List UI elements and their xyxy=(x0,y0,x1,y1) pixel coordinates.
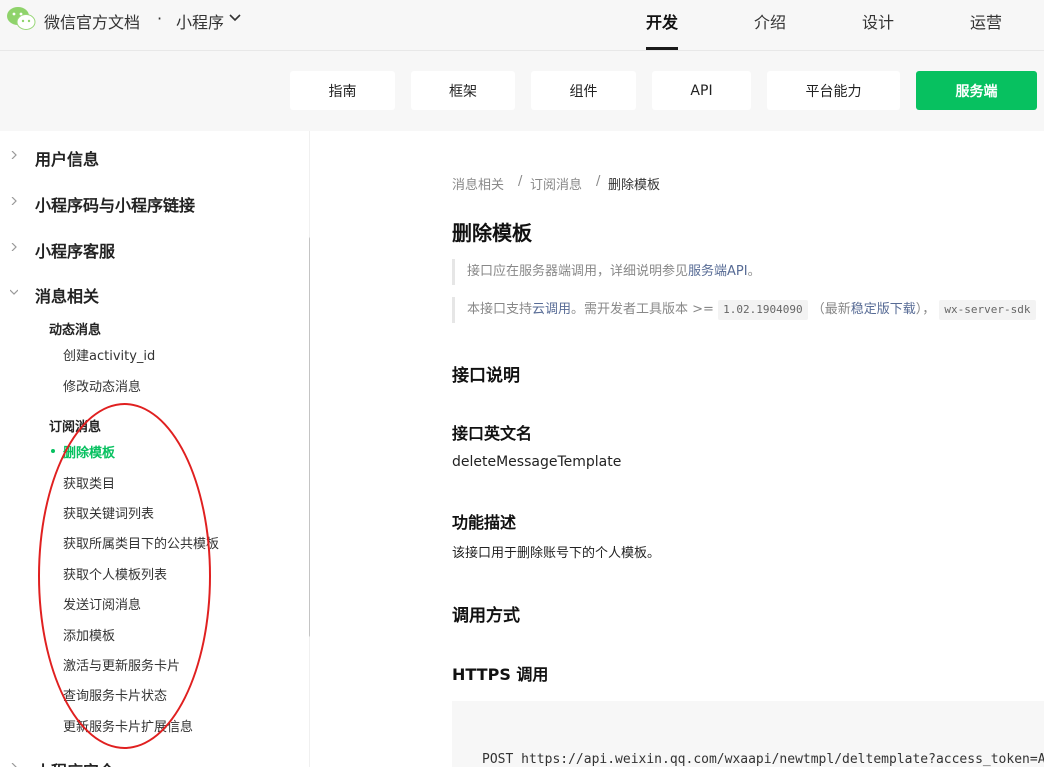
section-api-name: 接口英文名 xyxy=(452,424,533,443)
sidebar-group-label: 小程序客服 xyxy=(35,242,116,261)
cloud-call-note: 本接口支持云调用。需开发者工具版本 >= 1.02.1904090 （最新稳定版… xyxy=(452,297,1044,323)
product-switcher-label[interactable]: 小程序 xyxy=(176,9,224,33)
sidebar-item-send-message[interactable]: 发送订阅消息 xyxy=(63,594,141,613)
sidebar-item-activate-card[interactable]: 激活与更新服务卡片 xyxy=(63,655,180,674)
nav-design[interactable]: 设计 xyxy=(862,9,894,33)
tab-guide[interactable]: 指南 xyxy=(290,71,395,110)
sidebar-item-query-card[interactable]: 查询服务卡片状态 xyxy=(63,685,167,704)
active-bullet-icon xyxy=(51,449,55,453)
note-text: ）， xyxy=(915,302,936,317)
title-separator: · xyxy=(157,9,163,28)
sub-navbar: 指南 框架 组件 API 平台能力 服务端 xyxy=(0,51,1044,131)
https-code-block: POST https://api.weixin.qq.com/wxaapi/ne… xyxy=(452,701,1044,767)
chevron-right-icon xyxy=(11,151,17,159)
section-call-method: 调用方式 xyxy=(452,606,520,626)
chevron-down-icon[interactable] xyxy=(229,14,241,22)
sidebar-item-add-template[interactable]: 添加模板 xyxy=(63,625,115,644)
tab-platform[interactable]: 平台能力 xyxy=(767,71,900,110)
breadcrumb-separator: / xyxy=(596,174,601,189)
wechat-logo-icon[interactable] xyxy=(6,6,36,32)
sidebar-item-create-activity-id[interactable]: 创建activity_id xyxy=(63,345,155,364)
nav-intro[interactable]: 介绍 xyxy=(754,9,786,33)
page-title: 删除模板 xyxy=(452,221,532,245)
tab-api[interactable]: API xyxy=(652,71,751,110)
main-content: 消息相关 / 订阅消息 / 删除模板 删除模板 接口应在服务器端调用，详细说明参… xyxy=(310,131,1044,767)
chevron-down-icon xyxy=(10,289,18,295)
active-nav-underline xyxy=(646,47,678,50)
breadcrumb-subscribe[interactable]: 订阅消息 xyxy=(530,174,582,193)
sidebar-subhead-subscribe[interactable]: 订阅消息 xyxy=(49,416,101,435)
tab-framework[interactable]: 框架 xyxy=(411,71,515,110)
chevron-right-icon xyxy=(11,243,17,251)
note-text: 。需开发者工具版本 >= xyxy=(571,302,719,317)
tab-server[interactable]: 服务端 xyxy=(916,71,1037,110)
nav-operate[interactable]: 运营 xyxy=(970,9,1002,33)
note-text: （最新 xyxy=(811,302,851,317)
sidebar-group-label: 用户信息 xyxy=(35,150,100,169)
sidebar-item-get-private-templates[interactable]: 获取个人模板列表 xyxy=(63,564,167,583)
sdk-code: wx-server-sdk xyxy=(939,299,1036,320)
function-description: 该接口用于删除账号下的个人模板。 xyxy=(452,546,661,561)
chevron-right-icon xyxy=(11,197,17,205)
breadcrumb-separator: / xyxy=(518,174,523,189)
sidebar-item-get-category[interactable]: 获取类目 xyxy=(63,473,115,492)
sidebar-item-update-card-info[interactable]: 更新服务卡片扩展信息 xyxy=(63,716,193,735)
sidebar-item-delete-template[interactable]: 删除模板 xyxy=(63,442,115,461)
sidebar-item-modify-dynamic[interactable]: 修改动态消息 xyxy=(63,376,141,395)
cloud-call-link[interactable]: 云调用 xyxy=(532,302,571,317)
breadcrumb-current: 删除模板 xyxy=(608,178,661,193)
section-function: 功能描述 xyxy=(452,513,517,532)
server-call-note: 接口应在服务器端调用，详细说明参见服务端API。 xyxy=(452,259,1044,285)
site-title[interactable]: 微信官方文档 xyxy=(44,9,140,33)
section-api-desc: 接口说明 xyxy=(452,366,520,386)
api-name-value: deleteMessageTemplate xyxy=(452,454,622,470)
server-api-link[interactable]: 服务端API xyxy=(688,264,748,279)
version-code: 1.02.1904090 xyxy=(718,299,808,320)
nav-develop[interactable]: 开发 xyxy=(646,9,678,33)
sidebar-item-get-public-templates[interactable]: 获取所属类目下的公共模板 xyxy=(63,533,219,552)
https-request-line: POST https://api.weixin.qq.com/wxaapi/ne… xyxy=(482,752,1044,767)
sidebar-subhead-dynamic[interactable]: 动态消息 xyxy=(49,319,101,338)
tab-components[interactable]: 组件 xyxy=(531,71,636,110)
top-navbar: 微信官方文档 · 小程序 开发 介绍 设计 运营 xyxy=(0,0,1044,51)
sidebar-group-label: 小程序码与小程序链接 xyxy=(35,196,196,215)
sidebar-group-label: 小程序安全 xyxy=(35,758,115,767)
note-text-end: 。 xyxy=(747,264,761,279)
sidebar: 用户信息 小程序码与小程序链接 小程序客服 消息相关 动态消息 创建activi… xyxy=(0,131,309,767)
note-text: 接口应在服务器端调用，详细说明参见 xyxy=(467,264,689,279)
note-text: 本接口支持 xyxy=(467,302,533,317)
stable-download-link[interactable]: 稳定版下载 xyxy=(851,302,916,317)
breadcrumb-message[interactable]: 消息相关 xyxy=(452,174,504,193)
sidebar-group-label: 消息相关 xyxy=(35,287,100,306)
sidebar-item-get-keywords[interactable]: 获取关键词列表 xyxy=(63,503,154,522)
section-https-call: HTTPS 调用 xyxy=(452,665,549,684)
chevron-right-icon xyxy=(11,763,17,767)
